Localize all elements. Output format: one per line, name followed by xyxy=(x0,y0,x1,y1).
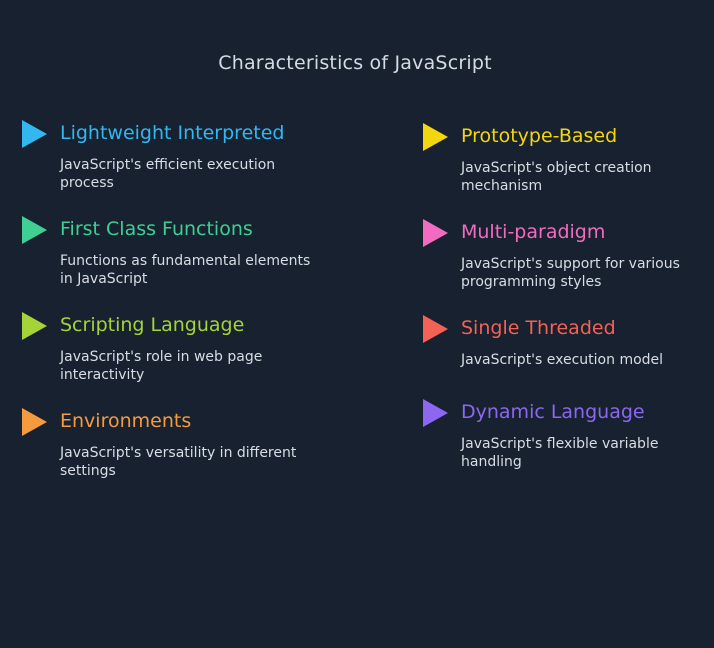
item-title: First Class Functions xyxy=(60,218,253,240)
diagram-title: Characteristics of JavaScript xyxy=(218,52,492,74)
item-description: JavaScript's support for various program… xyxy=(461,256,680,290)
item-description: JavaScript's flexible variable handling xyxy=(461,436,659,470)
item-description: JavaScript's object creation mechanism xyxy=(461,160,652,194)
item-dynamic-language: Dynamic Language JavaScript's flexible v… xyxy=(423,399,714,471)
item-description: JavaScript's execution model xyxy=(461,352,664,368)
item-title: Lightweight Interpreted xyxy=(60,122,285,144)
triangle-icon xyxy=(423,123,448,151)
triangle-icon xyxy=(22,120,47,148)
item-single-threaded: Single Threaded JavaScript's execution m… xyxy=(423,315,714,369)
item-title: Single Threaded xyxy=(461,317,616,339)
item-scripting-language: Scripting Language JavaScript's role in … xyxy=(22,312,320,384)
item-lightweight-interpreted: Lightweight Interpreted JavaScript's eff… xyxy=(22,120,320,192)
item-description: JavaScript's versatility in different se… xyxy=(60,445,297,479)
item-prototype-based: Prototype-Based JavaScript's object crea… xyxy=(423,123,714,195)
triangle-icon xyxy=(423,399,448,427)
triangle-icon xyxy=(22,312,47,340)
item-first-class-functions: First Class Functions Functions as funda… xyxy=(22,216,320,288)
item-description: JavaScript's efficient execution process xyxy=(60,157,276,191)
item-description: Functions as fundamental elements in Jav… xyxy=(60,253,311,287)
item-title: Environments xyxy=(60,410,192,432)
triangle-icon xyxy=(423,219,448,247)
item-title: Dynamic Language xyxy=(461,401,645,423)
triangle-icon xyxy=(22,216,47,244)
item-title: Prototype-Based xyxy=(461,125,618,147)
triangle-icon xyxy=(423,315,448,343)
triangle-icon xyxy=(22,408,47,436)
item-description: JavaScript's role in web page interactiv… xyxy=(60,349,263,383)
item-multi-paradigm: Multi-paradigm JavaScript's support for … xyxy=(423,219,714,291)
item-title: Multi-paradigm xyxy=(461,221,606,243)
item-title: Scripting Language xyxy=(60,314,245,336)
item-environments: Environments JavaScript's versatility in… xyxy=(22,408,320,480)
